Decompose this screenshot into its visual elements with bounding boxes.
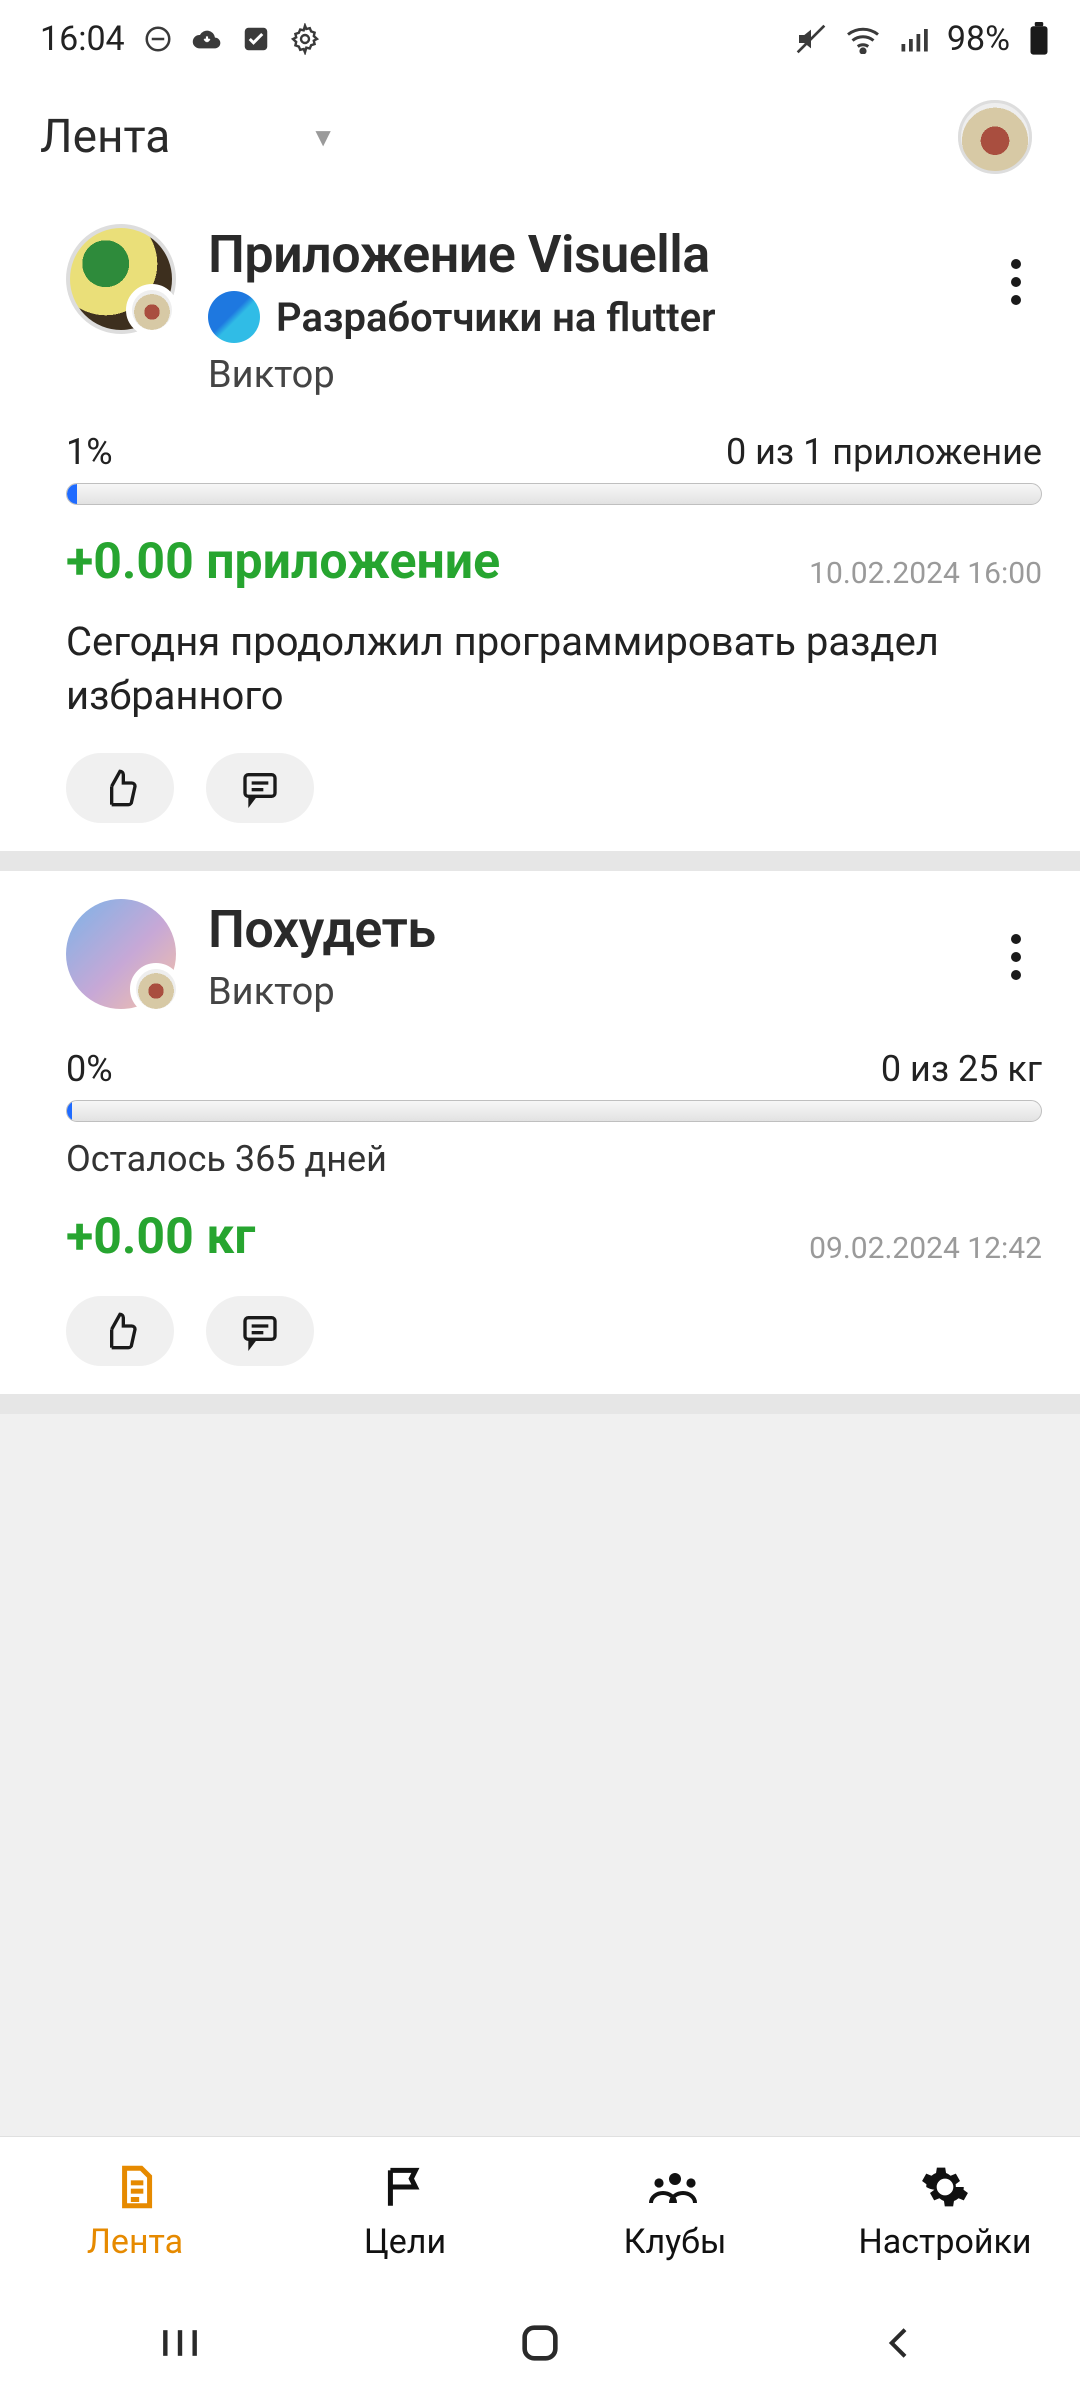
gear-icon [920,2162,970,2212]
post-title[interactable]: Приложение Visuella [208,224,1042,285]
post-author[interactable]: Виктор [208,970,1042,1014]
post-avatar[interactable] [66,899,176,1009]
post-avatar[interactable] [66,224,176,334]
post-delta: +0.00 кг [66,1208,255,1266]
battery-icon [1028,22,1050,56]
comment-button[interactable] [206,1296,314,1366]
nav-feed-label: Лента [87,2222,183,2262]
post-delta: +0.00 приложение [66,533,500,591]
more-vertical-icon [1011,934,1021,980]
nav-clubs-label: Клубы [624,2222,727,2262]
profile-avatar[interactable] [958,100,1032,174]
comment-icon [240,1311,280,1351]
android-home-button[interactable] [440,2313,640,2373]
progress-fill [67,484,77,504]
days-left: Осталось 365 дней [66,1138,1042,1180]
like-button[interactable] [66,1296,174,1366]
progress-bar [66,483,1042,505]
status-time: 16:04 [40,19,125,59]
flag-icon [380,2162,430,2212]
nav-settings-label: Настройки [858,2222,1031,2262]
post-app-badge-icon [130,963,182,1015]
cell-signal-icon [899,24,929,54]
android-recents-button[interactable] [80,2313,280,2373]
feed-dropdown[interactable]: Лента ▼ [40,110,336,164]
comment-button[interactable] [206,753,314,823]
post-app-badge-icon [126,284,178,336]
progress-of: 0 из 25 кг [881,1048,1042,1090]
do-not-disturb-icon [143,24,173,54]
more-vertical-icon [1011,259,1021,305]
mute-icon [795,23,827,55]
android-back-button[interactable] [800,2313,1000,2373]
top-bar: Лента ▼ [0,78,1080,196]
cloud-download-icon [191,23,223,55]
chevron-down-icon: ▼ [310,122,336,153]
feed-dropdown-label: Лента [40,110,170,164]
bottom-nav: Лента Цели Клубы Настройки [0,2136,1080,2286]
nav-goals-label: Цели [364,2222,446,2262]
people-icon [647,2162,703,2212]
feed-icon [110,2162,160,2212]
progress-pct: 0% [66,1048,113,1090]
nav-feed[interactable]: Лента [0,2137,270,2286]
back-icon [880,2323,920,2363]
settings-icon [289,23,321,55]
comment-icon [240,768,280,808]
android-nav-bar [0,2286,1080,2400]
progress-bar [66,1100,1042,1122]
post-title[interactable]: Похудеть [208,899,1042,960]
recents-icon [158,2321,202,2365]
wifi-icon [845,24,881,54]
feed-card: Похудеть Виктор 0% 0 из 25 кг Осталось 3… [0,871,1080,1394]
nav-clubs[interactable]: Клубы [540,2137,810,2286]
feed: Приложение Visuella Разработчики на flut… [0,196,1080,2294]
progress-fill [67,1101,72,1121]
progress-of: 0 из 1 приложение [726,431,1042,473]
post-more-button[interactable] [986,927,1046,987]
post-timestamp: 09.02.2024 12:42 [809,1231,1042,1266]
nav-goals[interactable]: Цели [270,2137,540,2286]
post-subtitle[interactable]: Разработчики на flutter [276,294,716,341]
post-text: Сегодня продолжил программировать раздел… [66,615,1042,723]
like-button[interactable] [66,753,174,823]
post-author[interactable]: Виктор [208,353,1042,397]
feed-card: Приложение Visuella Разработчики на flut… [0,196,1080,851]
thumbs-up-icon [100,768,140,808]
flutter-icon [208,291,260,343]
home-icon [517,2320,563,2366]
post-more-button[interactable] [986,252,1046,312]
thumbs-up-icon [100,1311,140,1351]
checkbox-icon [241,24,271,54]
status-battery-pct: 98% [947,19,1010,59]
status-bar: 16:04 98% [0,0,1080,78]
progress-pct: 1% [66,431,113,473]
nav-settings[interactable]: Настройки [810,2137,1080,2286]
post-timestamp: 10.02.2024 16:00 [809,556,1042,591]
